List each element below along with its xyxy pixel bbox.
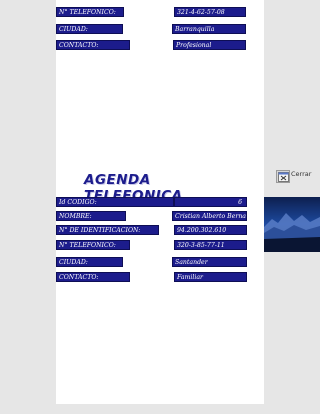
telefono-field-top[interactable]: 321-4-62-57-08 bbox=[174, 7, 246, 17]
ciudad-field-top[interactable]: Barranquilla bbox=[172, 24, 246, 34]
landscape-image bbox=[264, 197, 320, 252]
codigo-field[interactable]: 6 bbox=[174, 197, 247, 207]
ciudad-label: CIUDAD: bbox=[56, 257, 123, 267]
ciudad-field[interactable]: Santander bbox=[172, 257, 247, 267]
nombre-field[interactable]: Cristian Alberto Bernal bbox=[172, 211, 247, 221]
telefono-label-top: N° TELEFONICO: bbox=[56, 7, 124, 17]
contacto-label-top: CONTACTO: bbox=[56, 40, 130, 50]
contacto-label: CONTACTO: bbox=[56, 272, 130, 282]
contacto-field[interactable]: Familiar bbox=[174, 272, 247, 282]
contacto-field-top[interactable]: Profesional bbox=[173, 40, 246, 50]
telefono-label: N° TELEFONICO: bbox=[56, 240, 130, 250]
close-button-label[interactable]: Cerrar bbox=[291, 170, 311, 178]
close-button[interactable] bbox=[276, 170, 290, 183]
telefono-field[interactable]: 320-3-85-77-11 bbox=[174, 240, 247, 250]
identificacion-field[interactable]: 94.200.302.610 bbox=[174, 225, 247, 235]
close-window-icon bbox=[278, 172, 289, 182]
codigo-label: Id CODIGO: bbox=[56, 197, 174, 207]
ciudad-label-top: CIUDAD: bbox=[56, 24, 123, 34]
identificacion-label: N° DE IDENTIFICACION: bbox=[56, 225, 159, 235]
nombre-label: NOMBRE: bbox=[56, 211, 126, 221]
